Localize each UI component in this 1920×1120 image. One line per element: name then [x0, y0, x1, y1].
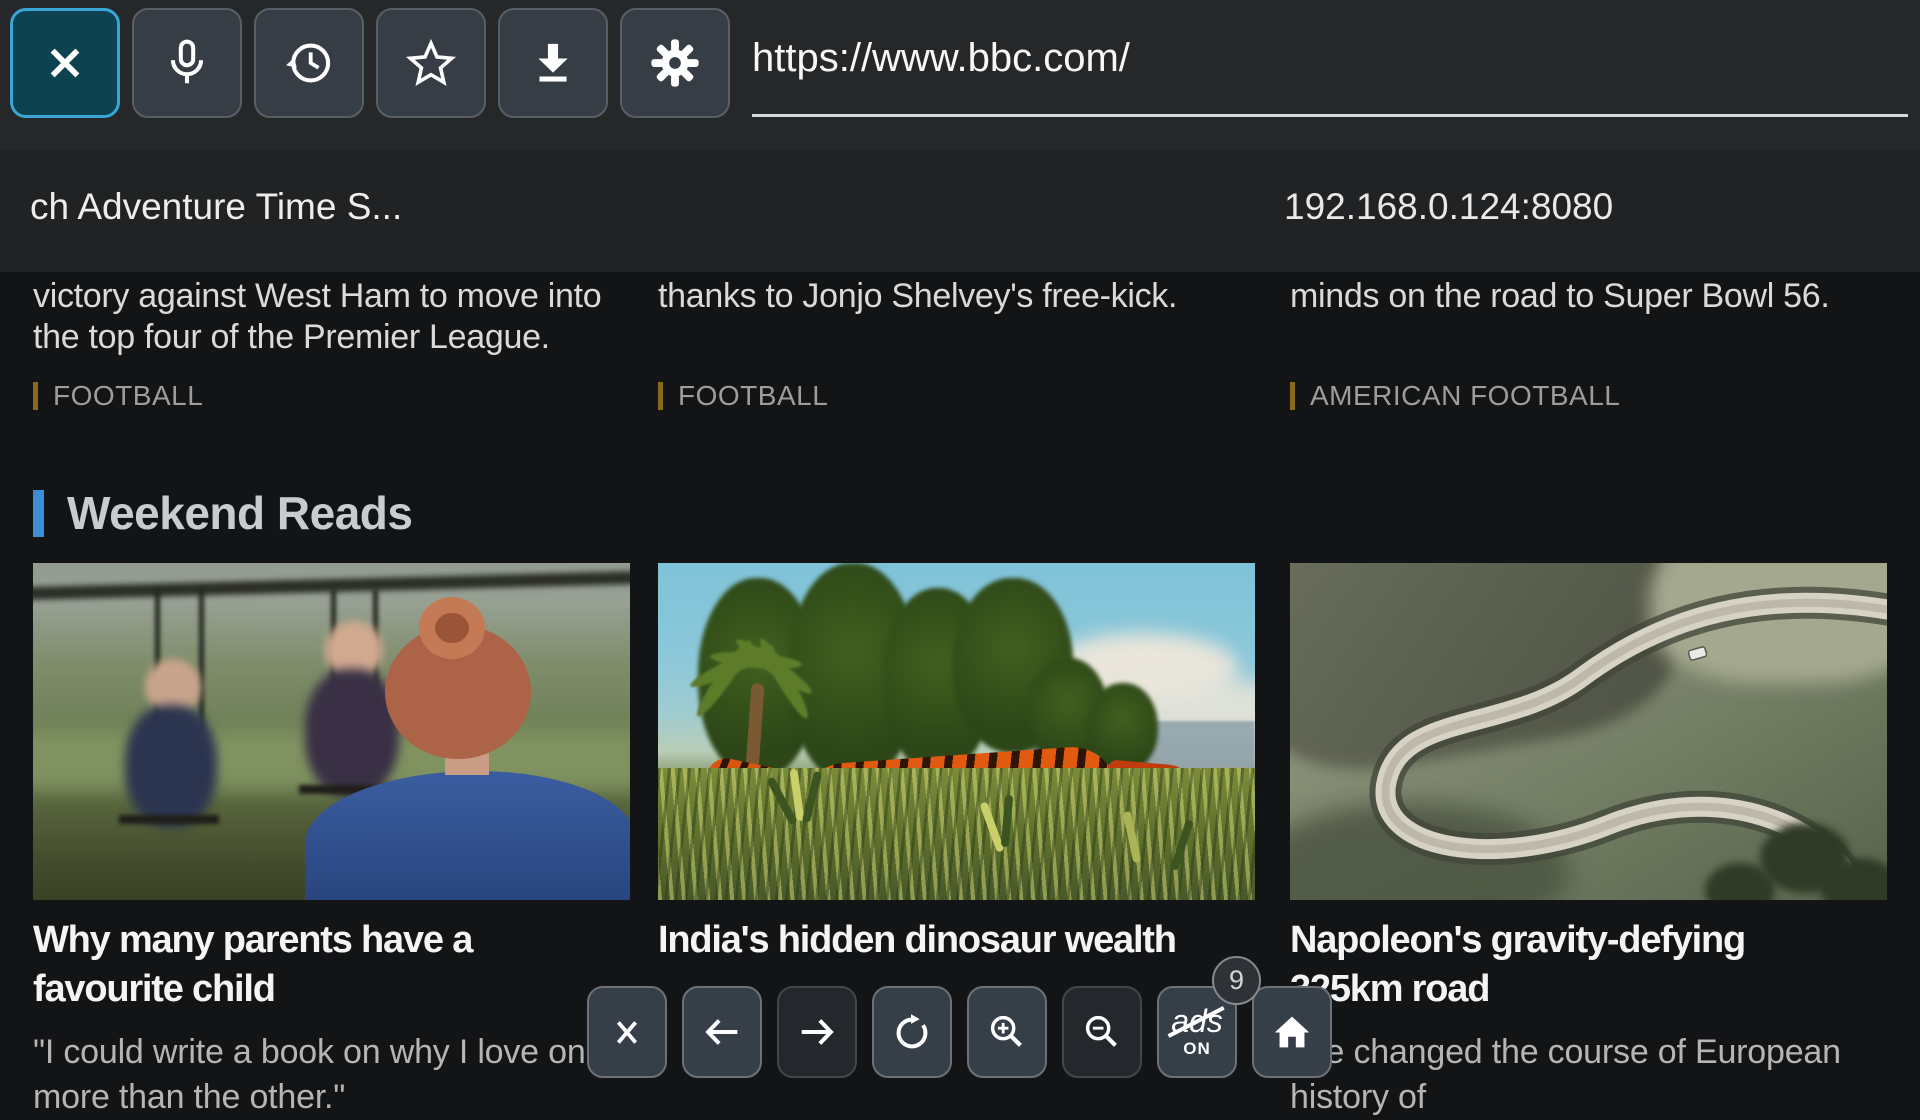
floating-close-button[interactable] — [587, 986, 667, 1078]
section-title: Weekend Reads — [67, 486, 412, 540]
card-image-winding-road[interactable] — [1290, 563, 1887, 900]
zoom-in-button[interactable] — [967, 986, 1047, 1078]
card-snippet: nce changed the course of European histo… — [1290, 1030, 1920, 1120]
tab-adventure-time[interactable]: ch Adventure Time S... — [30, 186, 402, 228]
home-icon — [1269, 1009, 1315, 1055]
tag-label: FOOTBALL — [678, 380, 828, 412]
story-teaser[interactable]: minds on the road to Super Bowl 56. — [1290, 276, 1912, 317]
adblock-icon: ads — [1171, 1006, 1223, 1036]
close-icon — [604, 1009, 650, 1055]
card-title[interactable]: Why many parents have a favourite child — [33, 916, 673, 1014]
tag-bar — [1290, 382, 1295, 410]
story-tag[interactable]: AMERICAN FOOTBALL — [1290, 380, 1620, 412]
back-button[interactable] — [682, 986, 762, 1078]
gear-icon — [648, 36, 702, 90]
close-icon — [38, 36, 92, 90]
home-button[interactable] — [1252, 986, 1332, 1078]
story-teaser[interactable]: thanks to Jonjo Shelvey's free-kick. — [658, 276, 1280, 317]
adblock-count-badge: 9 — [1212, 956, 1261, 1005]
forward-arrow-icon — [794, 1009, 840, 1055]
tag-bar — [33, 382, 38, 410]
story-teaser[interactable]: victory against West Ham to move into th… — [33, 276, 655, 358]
bookmark-button[interactable] — [376, 8, 486, 118]
browser-toolbar: https://www.bbc.com/ — [0, 0, 1920, 150]
zoom-in-icon — [984, 1009, 1030, 1055]
tab-local-server[interactable]: 192.168.0.124:8080 — [1284, 186, 1613, 228]
adblock-state-label: ON — [1183, 1039, 1211, 1059]
tag-bar — [658, 382, 663, 410]
voice-search-button[interactable] — [132, 8, 242, 118]
card-image-children-on-swings[interactable] — [33, 563, 630, 900]
tab-strip: ch Adventure Time S... BBC - Homepage 19… — [0, 150, 1920, 272]
card-title[interactable]: Napoleon's gravity-defying 325km road — [1290, 916, 1920, 1014]
reload-button[interactable] — [872, 986, 952, 1078]
download-icon — [526, 36, 580, 90]
history-button[interactable] — [254, 8, 364, 118]
section-accent-bar — [33, 490, 44, 537]
card-image-dinosaur-jungle[interactable] — [658, 563, 1255, 900]
settings-button[interactable] — [620, 8, 730, 118]
tag-label: FOOTBALL — [53, 380, 203, 412]
close-button[interactable] — [10, 8, 120, 118]
history-icon — [282, 36, 336, 90]
story-tag[interactable]: FOOTBALL — [33, 380, 203, 412]
star-icon — [404, 36, 458, 90]
reload-icon — [889, 1009, 935, 1055]
zoom-out-icon — [1079, 1009, 1125, 1055]
bbc-page-content: victory against West Ham to move into th… — [0, 272, 1920, 1080]
back-arrow-icon — [699, 1009, 745, 1055]
microphone-icon — [160, 36, 214, 90]
story-tag[interactable]: FOOTBALL — [658, 380, 828, 412]
forward-button[interactable] — [777, 986, 857, 1078]
zoom-out-button[interactable] — [1062, 986, 1142, 1078]
card-snippet: "I could write a book on why I love one … — [33, 1030, 673, 1120]
tag-label: AMERICAN FOOTBALL — [1310, 380, 1620, 412]
url-bar[interactable]: https://www.bbc.com/ — [752, 36, 1130, 81]
downloads-button[interactable] — [498, 8, 608, 118]
card-title[interactable]: India's hidden dinosaur wealth — [658, 916, 1298, 965]
section-header: Weekend Reads — [33, 486, 412, 540]
url-underline — [752, 114, 1908, 117]
